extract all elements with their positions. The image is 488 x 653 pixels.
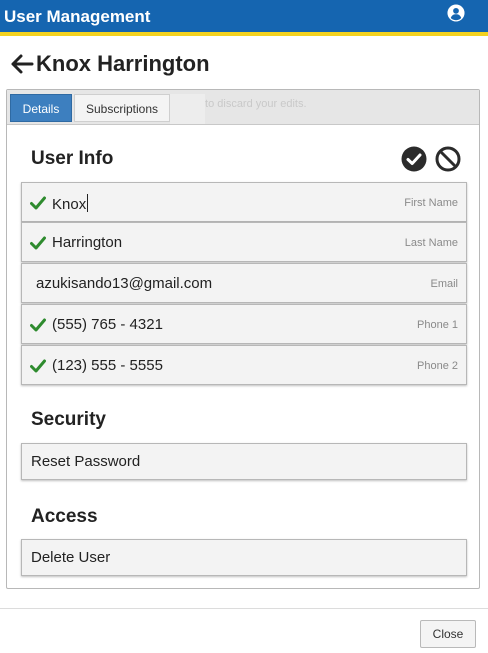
email-caption: Email	[430, 278, 458, 290]
tab-strip: Press cancel to discard your edits. Deta…	[7, 90, 479, 125]
check-icon	[30, 318, 46, 332]
check-icon	[30, 196, 46, 210]
reset-password-button[interactable]: Reset Password	[21, 443, 467, 480]
first-name-caption: First Name	[404, 197, 458, 209]
checkmark-circle-icon[interactable]	[401, 146, 427, 172]
first-name-field[interactable]: Knox First Name	[21, 182, 467, 222]
last-name-caption: Last Name	[404, 237, 458, 249]
security-heading: Security	[31, 409, 106, 430]
page-header: Knox Harrington	[10, 50, 210, 78]
footer-divider	[0, 608, 488, 609]
phone-2-value[interactable]: (123) 555 - 5555	[52, 357, 163, 374]
user-circle-icon[interactable]	[447, 4, 465, 22]
phone-1-value[interactable]: (555) 765 - 4321	[52, 316, 163, 333]
check-icon	[30, 236, 46, 250]
tab-subscriptions[interactable]: Subscriptions	[74, 94, 170, 122]
close-button[interactable]: Close	[420, 620, 476, 648]
first-name-value[interactable]: Knox	[52, 194, 89, 213]
ban-icon[interactable]	[435, 146, 461, 172]
phone-1-caption: Phone 1	[417, 319, 458, 331]
hint-overlay	[170, 94, 205, 124]
page-title: Knox Harrington	[36, 51, 210, 76]
phone-1-field[interactable]: (555) 765 - 4321 Phone 1	[21, 304, 467, 344]
last-name-value[interactable]: Harrington	[52, 234, 122, 251]
last-name-field[interactable]: Harrington Last Name	[21, 222, 467, 262]
tab-details[interactable]: Details	[10, 94, 72, 122]
text-caret	[87, 194, 89, 212]
phone-2-field[interactable]: (123) 555 - 5555 Phone 2	[21, 345, 467, 385]
email-value[interactable]: azukisando13@gmail.com	[36, 275, 212, 292]
details-panel: Press cancel to discard your edits. Deta…	[6, 89, 480, 589]
email-field[interactable]: azukisando13@gmail.com Email	[21, 263, 467, 303]
check-icon	[30, 359, 46, 373]
access-heading: Access	[31, 506, 98, 527]
app-title: User Management	[4, 7, 151, 26]
back-arrow-icon[interactable]	[10, 53, 34, 75]
user-info-heading: User Info	[31, 148, 114, 169]
app-header: User Management	[0, 0, 488, 36]
delete-user-button[interactable]: Delete User	[21, 539, 467, 576]
phone-2-caption: Phone 2	[417, 360, 458, 372]
